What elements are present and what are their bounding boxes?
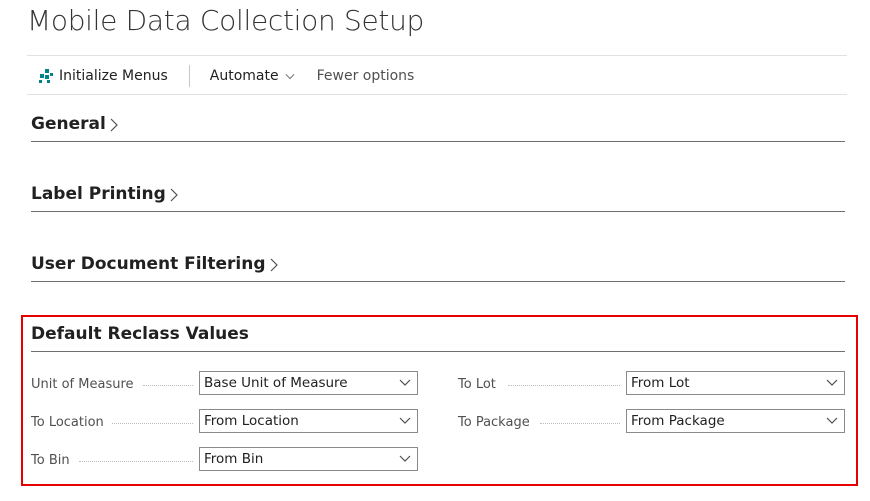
to-package-select[interactable]: From Package bbox=[626, 409, 845, 433]
chevron-right-icon bbox=[170, 188, 180, 202]
section-label-printing[interactable]: Label Printing bbox=[31, 184, 845, 212]
leader-dots bbox=[112, 422, 193, 424]
to-location-label: To Location bbox=[31, 414, 104, 430]
section-default-reclass-values[interactable]: Default Reclass Values bbox=[31, 324, 845, 352]
to-location-value: From Location bbox=[204, 413, 299, 429]
toolbar-bottom-divider bbox=[27, 94, 847, 95]
initialize-menus-label: Initialize Menus bbox=[59, 68, 168, 84]
section-label-printing-title: Label Printing bbox=[31, 184, 166, 204]
leader-dots bbox=[143, 384, 193, 386]
to-bin-select[interactable]: From Bin bbox=[199, 447, 418, 471]
section-general-title: General bbox=[31, 114, 106, 134]
page-title: Mobile Data Collection Setup bbox=[27, 4, 424, 37]
to-bin-value: From Bin bbox=[204, 451, 264, 467]
chevron-down-icon bbox=[399, 378, 411, 388]
chevron-down-icon bbox=[285, 71, 295, 81]
chevron-down-icon bbox=[826, 378, 838, 388]
leader-dots bbox=[540, 422, 620, 424]
to-lot-select[interactable]: From Lot bbox=[626, 371, 845, 395]
section-default-reclass-values-title: Default Reclass Values bbox=[31, 324, 249, 344]
to-bin-label: To Bin bbox=[31, 452, 70, 468]
unit-of-measure-label: Unit of Measure bbox=[31, 376, 134, 392]
chevron-down-icon bbox=[399, 454, 411, 464]
section-general[interactable]: General bbox=[31, 114, 845, 142]
action-bar: Initialize Menus Automate Fewer options bbox=[27, 58, 847, 94]
chevron-down-icon bbox=[826, 416, 838, 426]
automate-label: Automate bbox=[209, 68, 279, 84]
toolbar-divider bbox=[188, 65, 190, 87]
section-user-document-filtering-title: User Document Filtering bbox=[31, 254, 266, 274]
toolbar-top-divider bbox=[27, 55, 847, 56]
to-lot-label: To Lot bbox=[458, 376, 496, 392]
puzzle-icon bbox=[37, 67, 55, 85]
fewer-options-button[interactable]: Fewer options bbox=[317, 68, 415, 84]
chevron-down-icon bbox=[399, 416, 411, 426]
unit-of-measure-select[interactable]: Base Unit of Measure bbox=[199, 371, 418, 395]
section-user-document-filtering[interactable]: User Document Filtering bbox=[31, 254, 845, 282]
automate-button[interactable]: Automate bbox=[210, 68, 295, 84]
to-package-label: To Package bbox=[458, 414, 530, 430]
leader-dots bbox=[508, 384, 620, 386]
to-package-value: From Package bbox=[631, 413, 725, 429]
chevron-right-icon bbox=[270, 258, 280, 272]
initialize-menus-button[interactable]: Initialize Menus bbox=[37, 67, 168, 85]
to-location-select[interactable]: From Location bbox=[199, 409, 418, 433]
unit-of-measure-value: Base Unit of Measure bbox=[204, 375, 348, 391]
to-lot-value: From Lot bbox=[631, 375, 690, 391]
chevron-right-icon bbox=[110, 118, 120, 132]
leader-dots bbox=[79, 460, 193, 462]
